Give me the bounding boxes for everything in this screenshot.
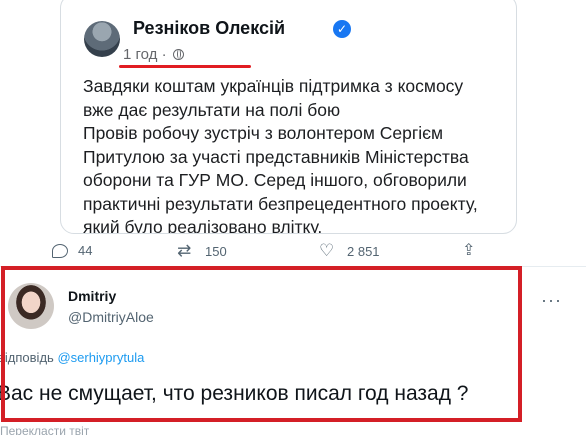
verified-icon: ✓: [333, 20, 351, 38]
retweet-count: 150: [205, 243, 227, 259]
reply-button[interactable]: 44: [52, 243, 92, 258]
post-line: Притулою за участі представників Міністе…: [83, 146, 469, 167]
retweet-button[interactable]: ⇄ 150: [177, 241, 227, 260]
embedded-post-card[interactable]: Резніков Олексій ✓ 1 год · Завдяки кошта…: [60, 0, 517, 234]
post-time[interactable]: 1 год ·: [123, 46, 184, 63]
post-line: вже дає результати на полі бою: [83, 99, 341, 120]
reply-count: 44: [78, 243, 93, 258]
author-avatar[interactable]: [84, 21, 120, 57]
reply-icon: [52, 243, 68, 258]
like-count: 2 851: [347, 243, 380, 259]
like-button[interactable]: ♡ 2 851: [319, 241, 380, 260]
post-line: Завдяки коштам українців підтримка з кос…: [83, 76, 464, 96]
post-line: практичні результати безпрецедентного пр…: [83, 193, 478, 214]
share-button[interactable]: ⇪: [462, 243, 490, 259]
post-time-label: 1 год ·: [123, 46, 167, 63]
post-line: Провів робочу зустріч з волонтером Сергі…: [83, 123, 444, 143]
translate-link[interactable]: Перекласти твіт: [0, 424, 89, 435]
like-icon: ♡: [319, 241, 335, 260]
share-icon: ⇪: [462, 242, 476, 259]
post-author-name[interactable]: Резніков Олексій: [133, 18, 285, 39]
highlight-underline: [119, 65, 251, 68]
post-line: оборони та ГУР МО. Серед іншого, обговор…: [83, 170, 467, 190]
highlight-box: [1, 266, 522, 422]
post-line: який було реалізовано влітку.: [83, 217, 323, 234]
retweet-icon: ⇄: [177, 241, 192, 260]
tweet-action-bar: 44 ⇄ 150 ♡ 2 851 ⇪: [0, 241, 586, 265]
post-body: Завдяки коштам українців підтримка з кос…: [83, 75, 513, 234]
more-icon[interactable]: ···: [541, 290, 562, 311]
globe-icon: [172, 49, 184, 60]
